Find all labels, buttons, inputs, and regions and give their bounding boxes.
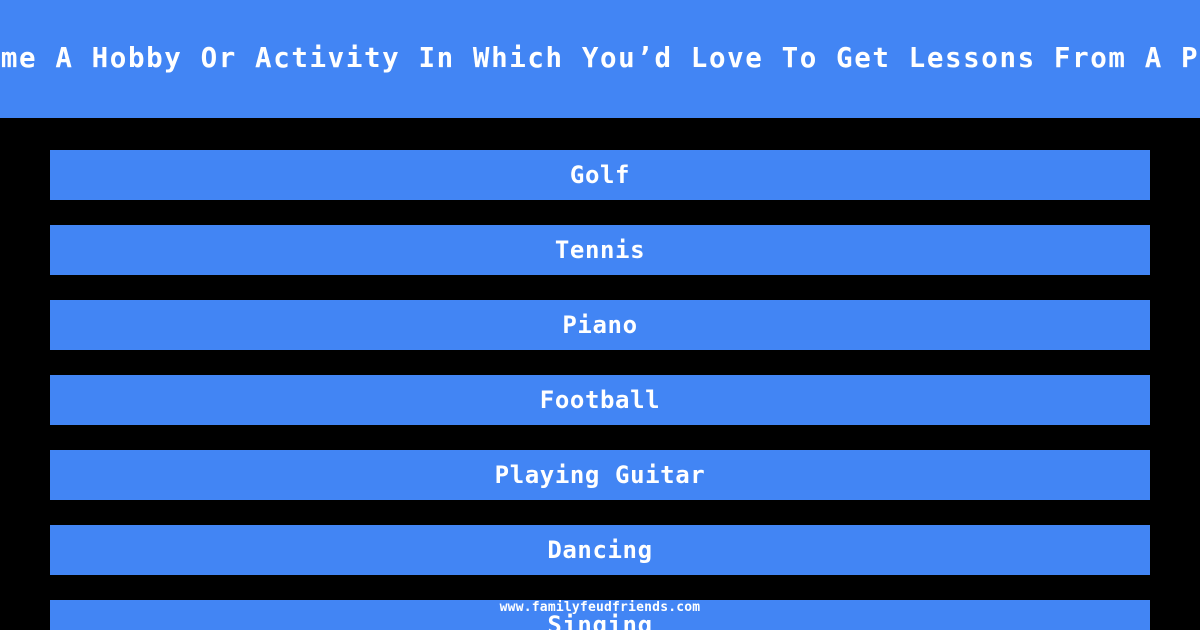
page-title: Name A Hobby Or Activity In Which You’d … (0, 42, 1200, 75)
answer-label: Tennis (554, 236, 646, 264)
answer-label: Playing Guitar (494, 461, 706, 489)
answer-row[interactable]: Singing (50, 600, 1150, 630)
question-header: Name A Hobby Or Activity In Which You’d … (0, 0, 1200, 118)
answer-row[interactable]: Tennis (50, 225, 1150, 275)
answer-label: Piano (562, 311, 638, 339)
answer-row[interactable]: Dancing (50, 525, 1150, 575)
answer-label: Singing (547, 611, 653, 630)
answer-board: Name A Hobby Or Activity In Which You’d … (0, 0, 1200, 630)
answer-row[interactable]: Football (50, 375, 1150, 425)
answer-row[interactable]: Golf (50, 150, 1150, 200)
answer-label: Football (539, 386, 661, 414)
answer-row[interactable]: Piano (50, 300, 1150, 350)
answer-row[interactable]: Playing Guitar (50, 450, 1150, 500)
answer-label: Golf (569, 161, 631, 189)
answer-label: Dancing (547, 536, 653, 564)
